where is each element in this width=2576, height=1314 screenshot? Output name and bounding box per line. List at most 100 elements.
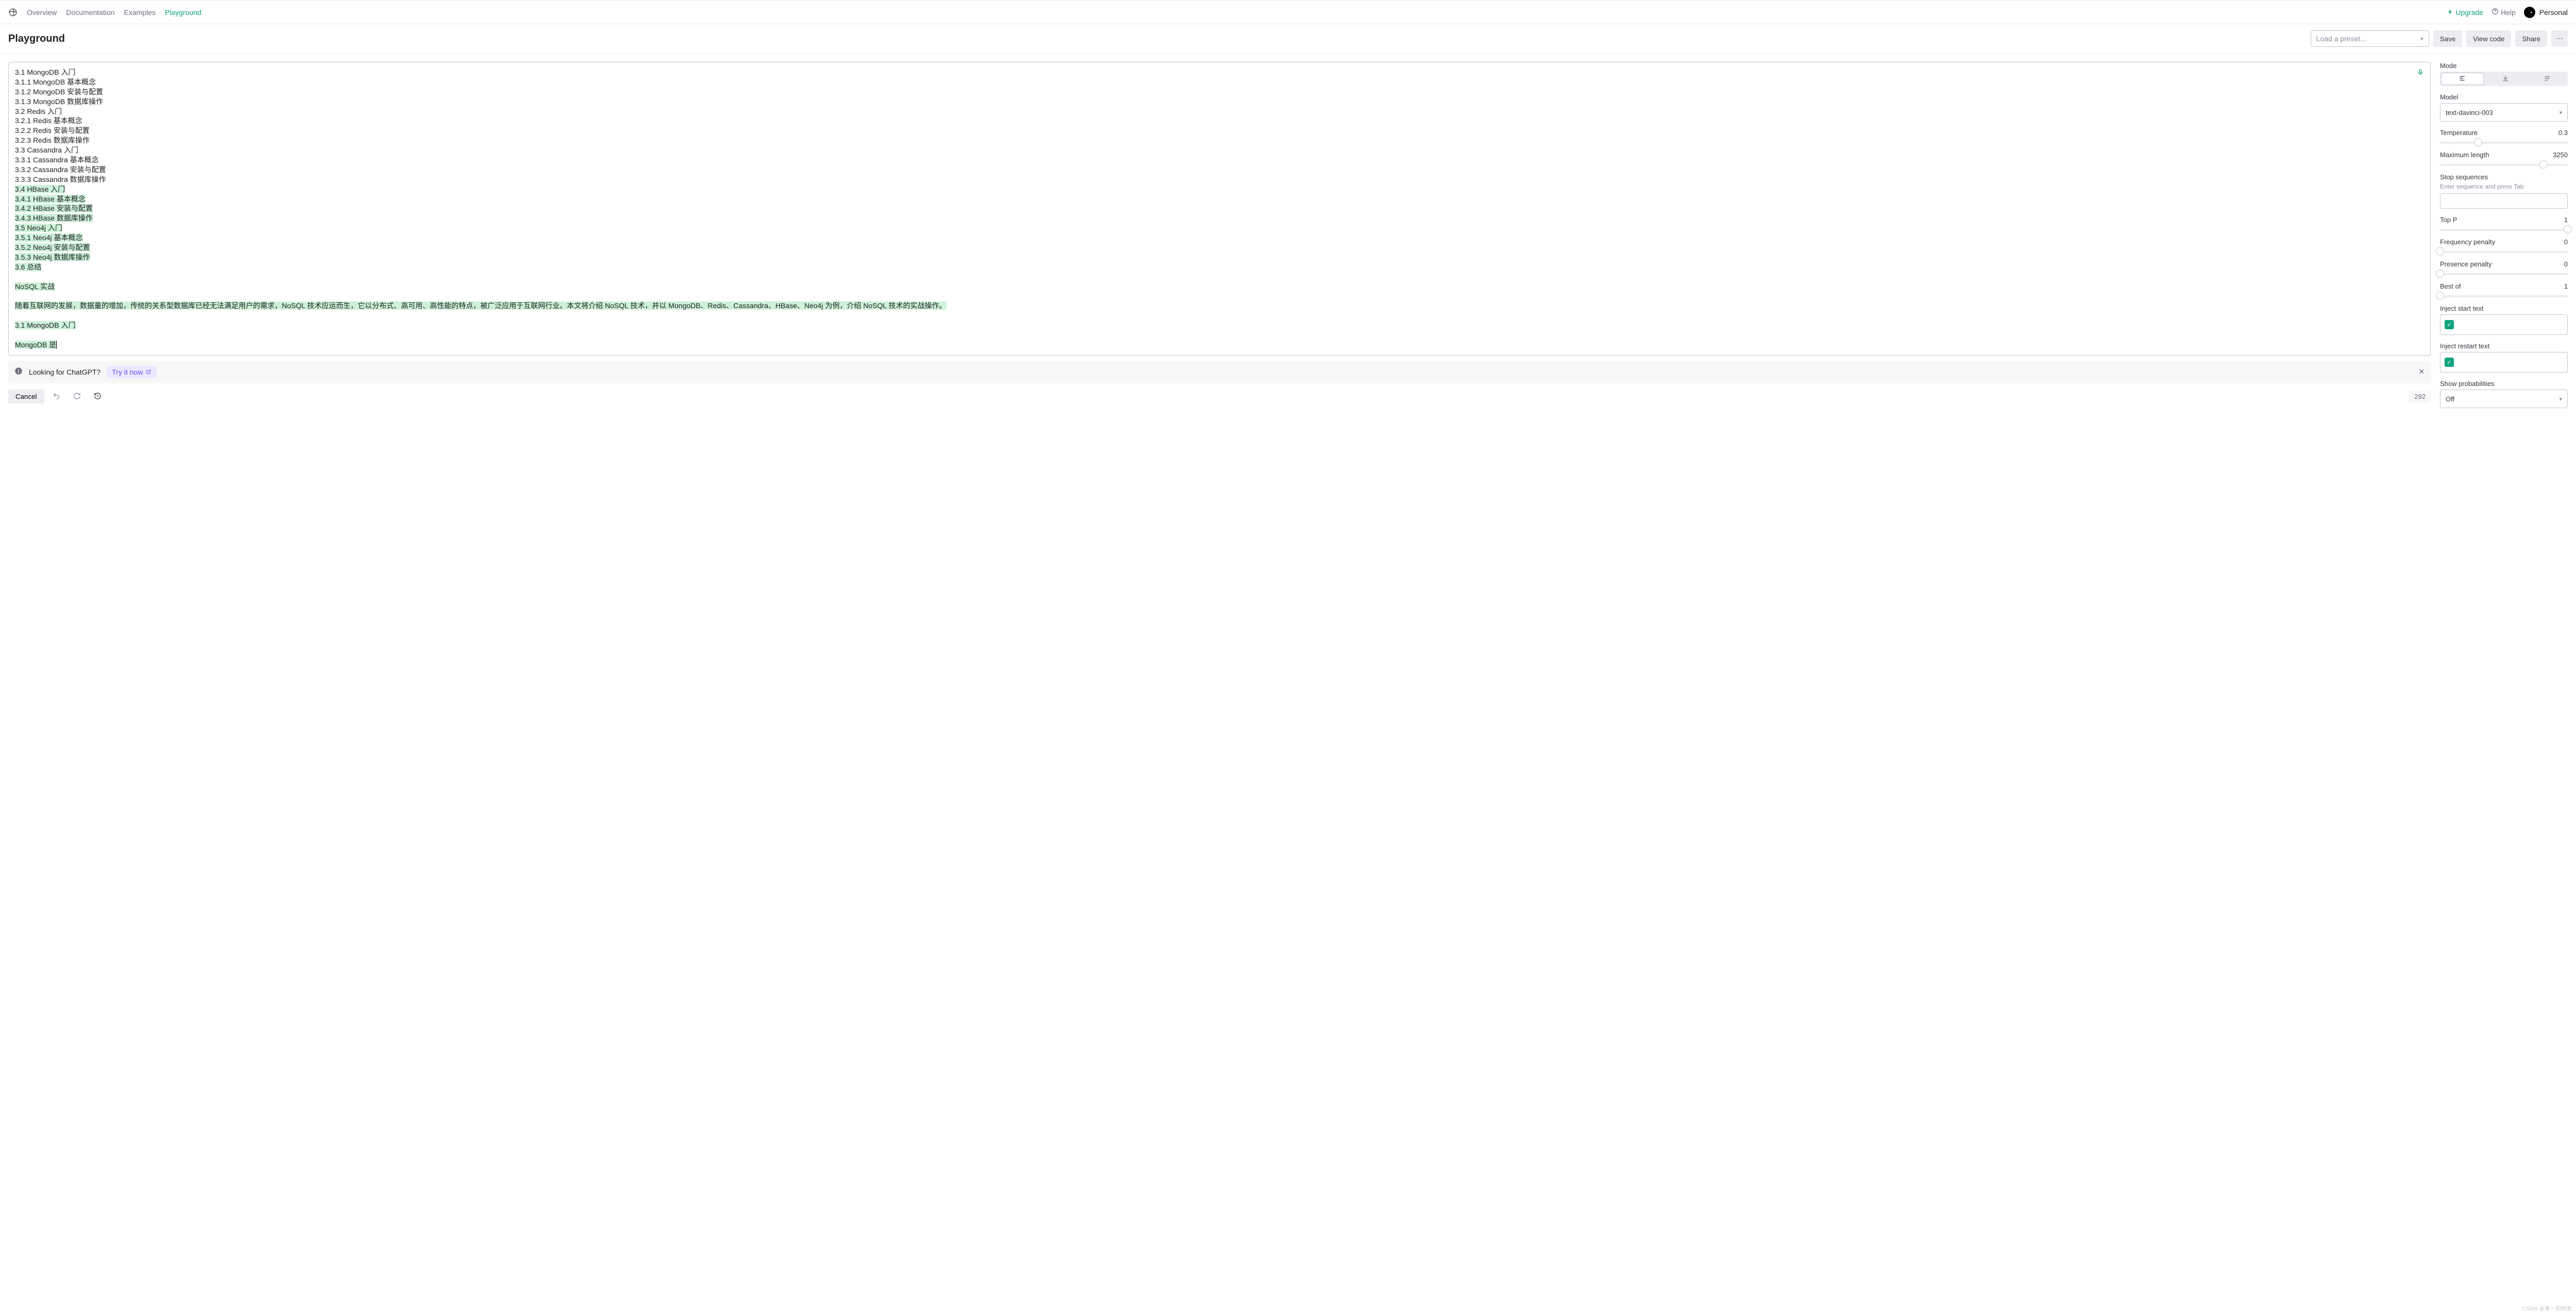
banner-text: Looking for ChatGPT? (29, 368, 100, 376)
save-button[interactable]: Save (2433, 30, 2462, 47)
mode-toggle (2440, 72, 2568, 86)
bestof-param: Best of 1 (2440, 282, 2568, 297)
preset-select[interactable]: Load a preset... ▾ (2311, 30, 2429, 47)
show-prob-select[interactable]: Off ▾ (2440, 390, 2568, 408)
editor-line: 3.1.3 MongoDB 数据库操作 (15, 97, 2424, 107)
editor-line: 3.2.1 Redis 基本概念 (15, 116, 2424, 126)
chevron-down-icon: ▾ (2559, 396, 2562, 402)
mode-label: Mode (2440, 62, 2568, 70)
preset-placeholder: Load a preset... (2316, 35, 2366, 43)
editor-line: 随着互联网的发展，数据量的增加，传统的关系型数据库已经无法满足用户的需求，NoS… (15, 301, 2424, 311)
view-code-button[interactable]: View code (2466, 30, 2511, 47)
undo-button[interactable] (48, 389, 65, 405)
temperature-slider[interactable] (2440, 142, 2568, 144)
edit-icon (2544, 75, 2551, 83)
insert-icon (2502, 75, 2509, 83)
pres-slider[interactable] (2440, 273, 2568, 275)
model-select[interactable]: text-davinci-003 ▾ (2440, 103, 2568, 122)
editor-line (15, 311, 2424, 321)
editor-line (15, 272, 2424, 282)
temperature-value: 0.3 (2558, 129, 2568, 137)
bestof-slider[interactable] (2440, 295, 2568, 297)
editor-line: 3.5 Neo4j 入门 (15, 223, 2424, 233)
maxlen-slider[interactable] (2440, 164, 2568, 166)
topp-label: Top P (2440, 216, 2457, 224)
refresh-icon (73, 392, 81, 401)
user-label: Personal (2539, 8, 2568, 16)
microphone-icon[interactable] (2417, 69, 2424, 78)
editor-line (15, 330, 2424, 340)
nav-playground[interactable]: Playground (165, 8, 201, 16)
freq-value: 0 (2564, 238, 2568, 246)
editor-line: 3.1.1 MongoDB 基本概念 (15, 77, 2424, 87)
topp-value: 1 (2564, 216, 2568, 224)
maxlen-label: Maximum length (2440, 151, 2489, 159)
user-menu[interactable]: Personal (2524, 7, 2568, 18)
nav-overview[interactable]: Overview (27, 8, 57, 16)
temperature-param: Temperature 0.3 (2440, 129, 2568, 144)
close-icon: ✕ (2418, 367, 2425, 376)
show-prob-label: Show probabilities (2440, 380, 2568, 388)
banner-close-button[interactable]: ✕ (2418, 367, 2425, 376)
mode-edit[interactable] (2526, 72, 2568, 86)
mode-complete[interactable] (2441, 73, 2484, 85)
try-it-now-link[interactable]: Try it now (107, 366, 157, 378)
bestof-label: Best of (2440, 282, 2461, 290)
nav-examples[interactable]: Examples (124, 8, 156, 16)
freq-slider[interactable] (2440, 251, 2568, 253)
editor-line: 3.5.2 Neo4j 安装与配置 (15, 243, 2424, 252)
external-link-icon (146, 368, 151, 376)
inject-restart-checkbox[interactable]: ✓ (2445, 358, 2454, 367)
pres-label: Presence penalty (2440, 260, 2492, 268)
pres-param: Presence penalty 0 (2440, 260, 2568, 275)
editor-line: 3.6 总结 (15, 262, 2424, 272)
editor-line: NoSQL 实战 (15, 282, 2424, 292)
freq-param: Frequency penalty 0 (2440, 238, 2568, 253)
regenerate-button[interactable] (69, 389, 86, 405)
inject-start-label: Inject start text (2440, 305, 2568, 312)
info-icon (14, 367, 23, 377)
stop-input[interactable] (2440, 193, 2568, 209)
mode-insert[interactable] (2485, 72, 2527, 86)
inject-restart-label: Inject restart text (2440, 342, 2568, 350)
topp-slider[interactable] (2440, 229, 2568, 231)
maxlen-param: Maximum length 3250 (2440, 151, 2568, 166)
settings-sidebar: Mode Model text-davinci-003 ▾ (2440, 62, 2568, 408)
nav-items: Overview Documentation Examples Playgrou… (27, 8, 201, 16)
history-button[interactable] (90, 389, 106, 405)
nav-documentation[interactable]: Documentation (66, 8, 114, 16)
openai-logo-icon (8, 8, 18, 17)
chevron-down-icon: ▾ (2559, 109, 2562, 116)
editor-line: 3.3.1 Cassandra 基本概念 (15, 155, 2424, 165)
upgrade-label: Upgrade (2455, 8, 2483, 16)
share-button[interactable]: Share (2515, 30, 2547, 47)
editor-line: 3.5.3 Neo4j 数据库操作 (15, 252, 2424, 262)
editor-line: 3.2.2 Redis 安装与配置 (15, 126, 2424, 136)
upgrade-link[interactable]: Upgrade (2447, 8, 2483, 16)
help-link[interactable]: Help (2492, 8, 2516, 16)
more-button[interactable]: ⋯ (2551, 30, 2568, 47)
inject-start-input[interactable]: ✓ (2440, 314, 2568, 335)
editor-line: 3.3 Cassandra 入门 (15, 145, 2424, 155)
help-icon (2492, 8, 2499, 16)
editor-line: 3.4.2 HBase 安装与配置 (15, 204, 2424, 213)
banner-cta-label: Try it now (112, 368, 143, 376)
prompt-editor[interactable]: 3.1 MongoDB 入门3.1.1 MongoDB 基本概念3.1.2 Mo… (8, 62, 2431, 356)
stop-hint: Enter sequence and press Tab (2440, 183, 2568, 190)
editor-line: 3.4.1 HBase 基本概念 (15, 194, 2424, 204)
align-left-icon (2459, 75, 2466, 83)
help-label: Help (2501, 8, 2516, 16)
editor-line: 3.3.2 Cassandra 安装与配置 (15, 165, 2424, 175)
editor-line: 3.5.1 Neo4j 基本概念 (15, 233, 2424, 243)
inject-restart-input[interactable]: ✓ (2440, 352, 2568, 373)
history-icon (94, 392, 101, 401)
editor-content: 3.1 MongoDB 入门3.1.1 MongoDB 基本概念3.1.2 Mo… (15, 68, 2424, 350)
cancel-button[interactable]: Cancel (8, 390, 44, 403)
editor-line: 3.4.3 HBase 数据库操作 (15, 213, 2424, 223)
editor-line: 3.4 HBase 入门 (15, 184, 2424, 194)
page-title: Playground (8, 33, 65, 45)
editor-line: 3.1.2 MongoDB 安装与配置 (15, 87, 2424, 97)
inject-start-checkbox[interactable]: ✓ (2445, 320, 2454, 329)
editor-line (15, 291, 2424, 301)
temperature-label: Temperature (2440, 129, 2478, 137)
